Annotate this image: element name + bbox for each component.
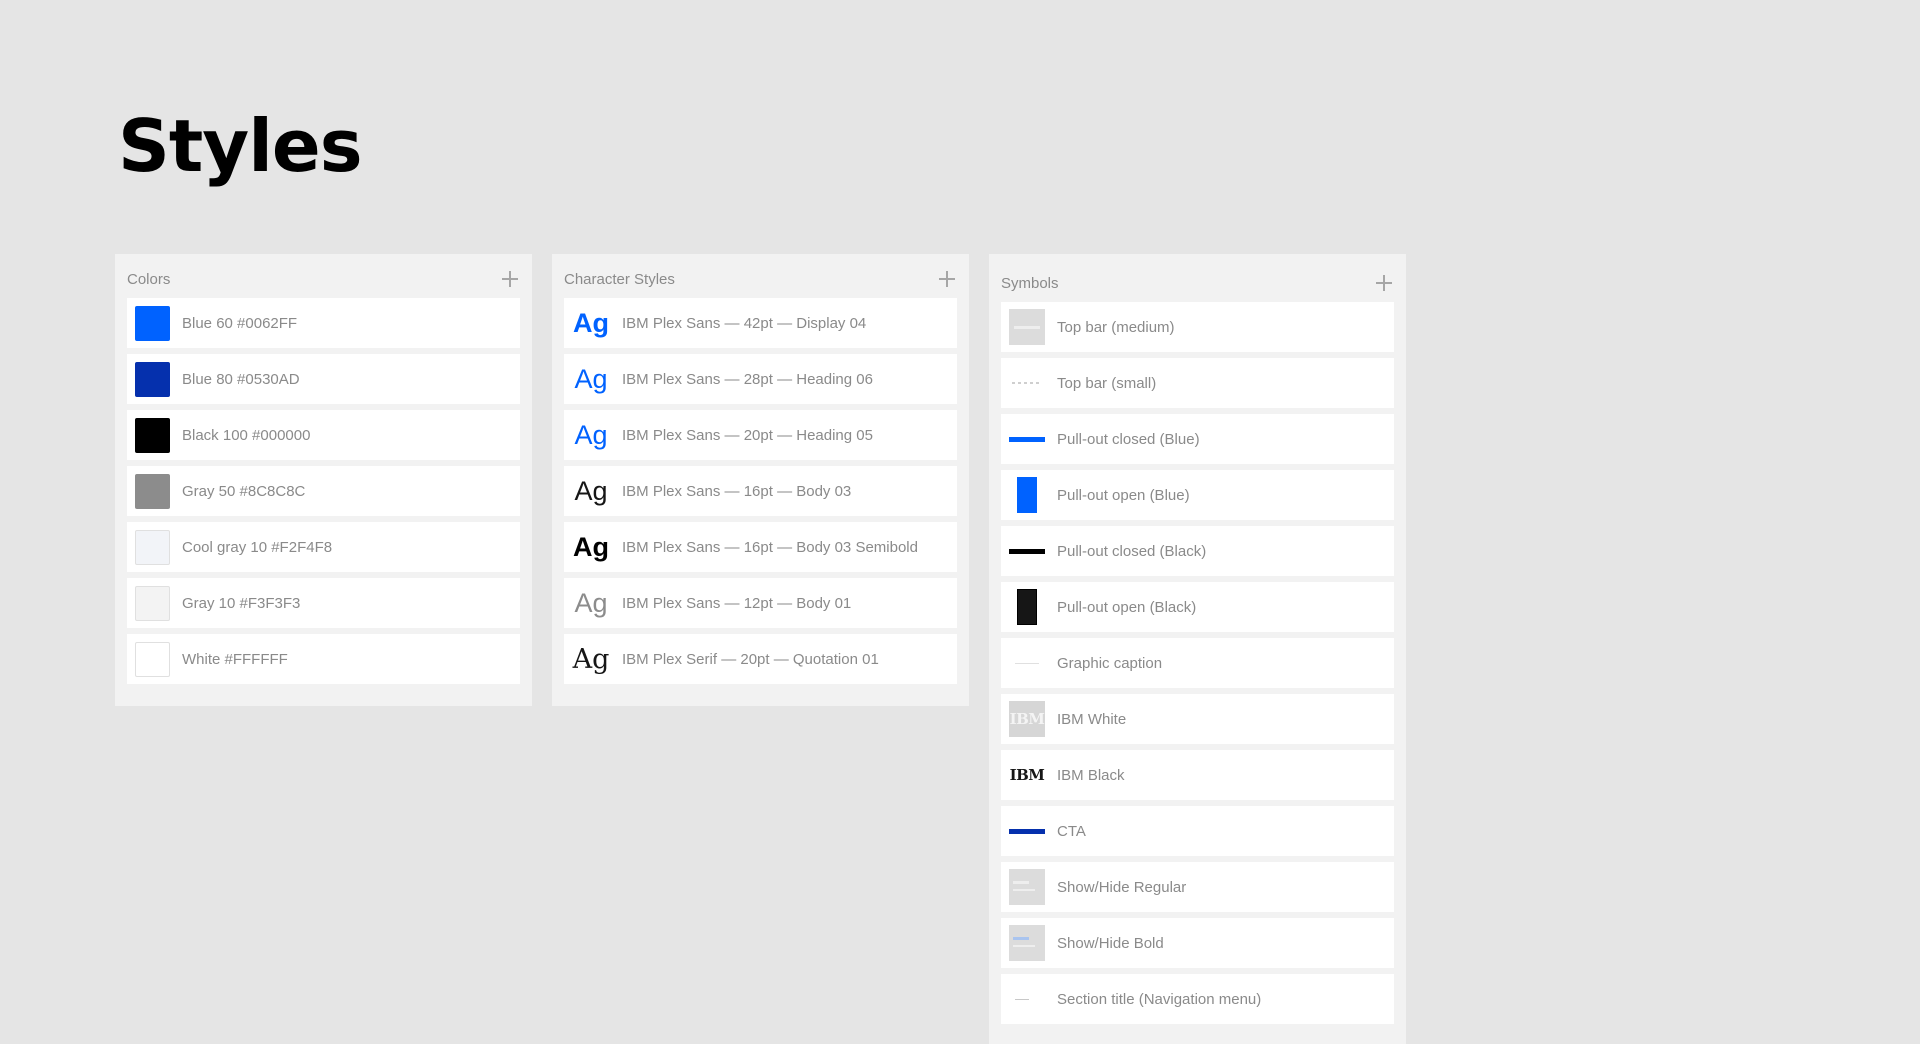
symbol-top-bar-medium[interactable]: Top bar (medium) bbox=[1001, 302, 1394, 352]
type-sample-icon: Ag bbox=[574, 475, 608, 506]
character-styles-panel-header: Character Styles bbox=[564, 254, 957, 298]
symbols-panel-header: Symbols bbox=[1001, 254, 1394, 302]
symbol-label: Pull-out closed (Blue) bbox=[1057, 430, 1200, 448]
add-character-style-plus-icon[interactable] bbox=[939, 271, 955, 287]
color-item-cool-gray-10[interactable]: Cool gray 10 #F2F4F8 bbox=[127, 522, 520, 572]
character-styles-panel-title: Character Styles bbox=[564, 270, 675, 288]
colors-panel: Colors Blue 60 #0062FF Blue 80 #0530AD B… bbox=[115, 254, 532, 706]
top-bar-small-thumbnail-icon bbox=[1009, 365, 1045, 401]
color-item-black-100[interactable]: Black 100 #000000 bbox=[127, 410, 520, 460]
symbol-pull-out-open-blue[interactable]: Pull-out open (Blue) bbox=[1001, 470, 1394, 520]
symbol-label: Top bar (medium) bbox=[1057, 318, 1175, 336]
symbol-label: Graphic caption bbox=[1057, 654, 1163, 672]
character-styles-panel: Character Styles Ag IBM Plex Sans — 42pt… bbox=[552, 254, 969, 706]
pull-out-closed-black-thumbnail-icon bbox=[1009, 533, 1045, 569]
character-style-display-04[interactable]: Ag IBM Plex Sans — 42pt — Display 04 bbox=[564, 298, 957, 348]
type-sample-icon: Ag bbox=[574, 587, 608, 618]
show-hide-bold-thumbnail-icon bbox=[1009, 925, 1045, 961]
color-swatch bbox=[135, 305, 170, 341]
color-item-gray-50[interactable]: Gray 50 #8C8C8C bbox=[127, 466, 520, 516]
symbol-show-hide-regular[interactable]: Show/Hide Regular bbox=[1001, 862, 1394, 912]
pull-out-closed-blue-thumbnail-icon bbox=[1009, 421, 1045, 457]
character-style-body-03-semibold[interactable]: Ag IBM Plex Sans — 16pt — Body 03 Semibo… bbox=[564, 522, 957, 572]
symbol-top-bar-small[interactable]: Top bar (small) bbox=[1001, 358, 1394, 408]
ibm-white-logo-icon: IBM bbox=[1009, 701, 1045, 737]
color-label: Cool gray 10 #F2F4F8 bbox=[182, 538, 333, 556]
pull-out-open-blue-thumbnail-icon bbox=[1009, 477, 1045, 513]
ibm-logo-text: IBM bbox=[1009, 766, 1045, 784]
type-sample-icon: Ag bbox=[573, 307, 609, 338]
symbol-section-title-navigation-menu[interactable]: Section title (Navigation menu) bbox=[1001, 974, 1394, 1024]
pull-out-open-black-thumbnail-icon bbox=[1009, 589, 1045, 625]
type-sample-icon: Ag bbox=[574, 363, 608, 394]
symbol-label: Show/Hide Bold bbox=[1057, 934, 1164, 952]
top-bar-thumbnail-icon bbox=[1009, 309, 1045, 345]
color-label: Blue 80 #0530AD bbox=[182, 370, 300, 388]
color-item-blue-60[interactable]: Blue 60 #0062FF bbox=[127, 298, 520, 348]
character-style-label: IBM Plex Sans — 16pt — Body 03 bbox=[622, 482, 852, 500]
color-label: Gray 50 #8C8C8C bbox=[182, 482, 306, 500]
symbol-pull-out-open-black[interactable]: Pull-out open (Black) bbox=[1001, 582, 1394, 632]
symbol-label: Pull-out open (Blue) bbox=[1057, 486, 1190, 504]
symbol-label: IBM White bbox=[1057, 710, 1127, 728]
type-sample-icon: Ag bbox=[574, 419, 608, 450]
show-hide-regular-thumbnail-icon bbox=[1009, 869, 1045, 905]
add-symbol-plus-icon[interactable] bbox=[1376, 275, 1392, 291]
symbol-label: IBM Black bbox=[1057, 766, 1125, 784]
character-style-body-01[interactable]: Ag IBM Plex Sans — 12pt — Body 01 bbox=[564, 578, 957, 628]
colors-panel-title: Colors bbox=[127, 270, 171, 288]
colors-panel-header: Colors bbox=[127, 254, 520, 298]
color-swatch bbox=[135, 529, 170, 565]
color-swatch bbox=[135, 473, 170, 509]
add-color-plus-icon[interactable] bbox=[502, 271, 518, 287]
character-style-label: IBM Plex Serif — 20pt — Quotation 01 bbox=[622, 650, 879, 668]
symbols-panel-title: Symbols bbox=[1001, 274, 1059, 292]
character-style-label: IBM Plex Sans — 12pt — Body 01 bbox=[622, 594, 852, 612]
graphic-caption-thumbnail-icon bbox=[1009, 645, 1045, 681]
color-swatch bbox=[135, 641, 170, 677]
color-item-white[interactable]: White #FFFFFF bbox=[127, 634, 520, 684]
color-swatch bbox=[135, 417, 170, 453]
symbol-graphic-caption[interactable]: Graphic caption bbox=[1001, 638, 1394, 688]
symbol-label: Section title (Navigation menu) bbox=[1057, 990, 1262, 1008]
character-style-heading-06[interactable]: Ag IBM Plex Sans — 28pt — Heading 06 bbox=[564, 354, 957, 404]
symbol-ibm-black[interactable]: IBM IBM Black bbox=[1001, 750, 1394, 800]
symbol-label: Pull-out closed (Black) bbox=[1057, 542, 1207, 560]
type-sample-icon: Ag bbox=[573, 531, 609, 562]
color-swatch bbox=[135, 361, 170, 397]
symbol-label: CTA bbox=[1057, 822, 1086, 840]
symbols-panel: Symbols Top bar (medium) Top bar (small)… bbox=[989, 254, 1406, 1044]
symbol-label: Top bar (small) bbox=[1057, 374, 1157, 392]
color-label: Black 100 #000000 bbox=[182, 426, 311, 444]
character-style-label: IBM Plex Sans — 16pt — Body 03 Semibold bbox=[622, 538, 918, 556]
character-style-quotation-01[interactable]: Ag IBM Plex Serif — 20pt — Quotation 01 bbox=[564, 634, 957, 684]
symbol-pull-out-closed-blue[interactable]: Pull-out closed (Blue) bbox=[1001, 414, 1394, 464]
color-label: Gray 10 #F3F3F3 bbox=[182, 594, 301, 612]
character-style-label: IBM Plex Sans — 28pt — Heading 06 bbox=[622, 370, 873, 388]
ibm-logo-text: IBM bbox=[1009, 710, 1045, 728]
cta-thumbnail-icon bbox=[1009, 813, 1045, 849]
symbol-cta[interactable]: CTA bbox=[1001, 806, 1394, 856]
character-style-label: IBM Plex Sans — 42pt — Display 04 bbox=[622, 314, 867, 332]
symbol-ibm-white[interactable]: IBM IBM White bbox=[1001, 694, 1394, 744]
section-title-thumbnail-icon bbox=[1009, 981, 1045, 1017]
symbol-label: Show/Hide Regular bbox=[1057, 878, 1187, 896]
ibm-black-logo-icon: IBM bbox=[1009, 757, 1045, 793]
color-item-blue-80[interactable]: Blue 80 #0530AD bbox=[127, 354, 520, 404]
color-swatch bbox=[135, 585, 170, 621]
page-title: Styles bbox=[118, 104, 363, 188]
color-item-gray-10[interactable]: Gray 10 #F3F3F3 bbox=[127, 578, 520, 628]
symbol-show-hide-bold[interactable]: Show/Hide Bold bbox=[1001, 918, 1394, 968]
color-label: Blue 60 #0062FF bbox=[182, 314, 298, 332]
character-style-label: IBM Plex Sans — 20pt — Heading 05 bbox=[622, 426, 873, 444]
character-style-body-03[interactable]: Ag IBM Plex Sans — 16pt — Body 03 bbox=[564, 466, 957, 516]
character-style-heading-05[interactable]: Ag IBM Plex Sans — 20pt — Heading 05 bbox=[564, 410, 957, 460]
symbol-pull-out-closed-black[interactable]: Pull-out closed (Black) bbox=[1001, 526, 1394, 576]
symbol-label: Pull-out open (Black) bbox=[1057, 598, 1197, 616]
color-label: White #FFFFFF bbox=[182, 650, 288, 668]
type-sample-icon: Ag bbox=[572, 643, 610, 675]
